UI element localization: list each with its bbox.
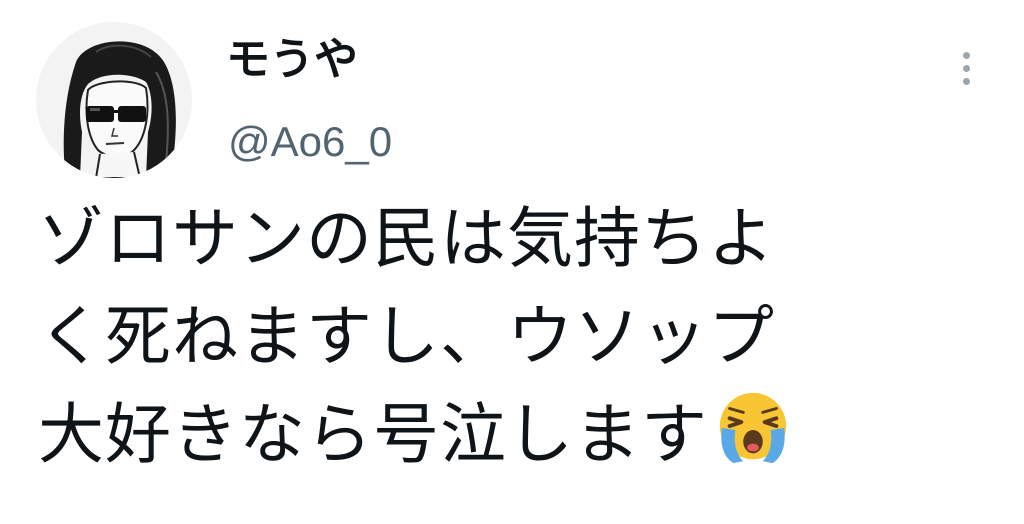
more-vertical-icon-dot-2 — [962, 64, 970, 72]
avatar-sunglasses-icon — [36, 22, 192, 178]
tweet-line-2: く死ねますし、ウソップ — [38, 298, 775, 375]
user-avatar[interactable] — [36, 22, 192, 178]
more-vertical-icon — [962, 51, 970, 59]
tweet-line-3-text: 大好きなら号泣します — [38, 396, 708, 473]
more-options-button[interactable] — [950, 44, 982, 92]
tweet-line-1: ゾロサンの民は気持ちよ — [38, 200, 775, 277]
tweet-line-3: 大好きなら号泣します — [38, 386, 998, 484]
tweet-card: モうや @Ao6_0 ゾロサンの民は気持ちよ く死ねますし、ウソップ 大好きなら… — [0, 0, 1024, 524]
more-vertical-icon-dot-3 — [962, 77, 970, 85]
display-name[interactable]: モうや — [226, 30, 358, 90]
tweet-text: ゾロサンの民は気持ちよ く死ねますし、ウソップ 大好きなら号泣します — [38, 190, 998, 484]
user-handle[interactable]: @Ao6_0 — [228, 114, 392, 170]
loudly-crying-face-icon — [719, 392, 787, 464]
